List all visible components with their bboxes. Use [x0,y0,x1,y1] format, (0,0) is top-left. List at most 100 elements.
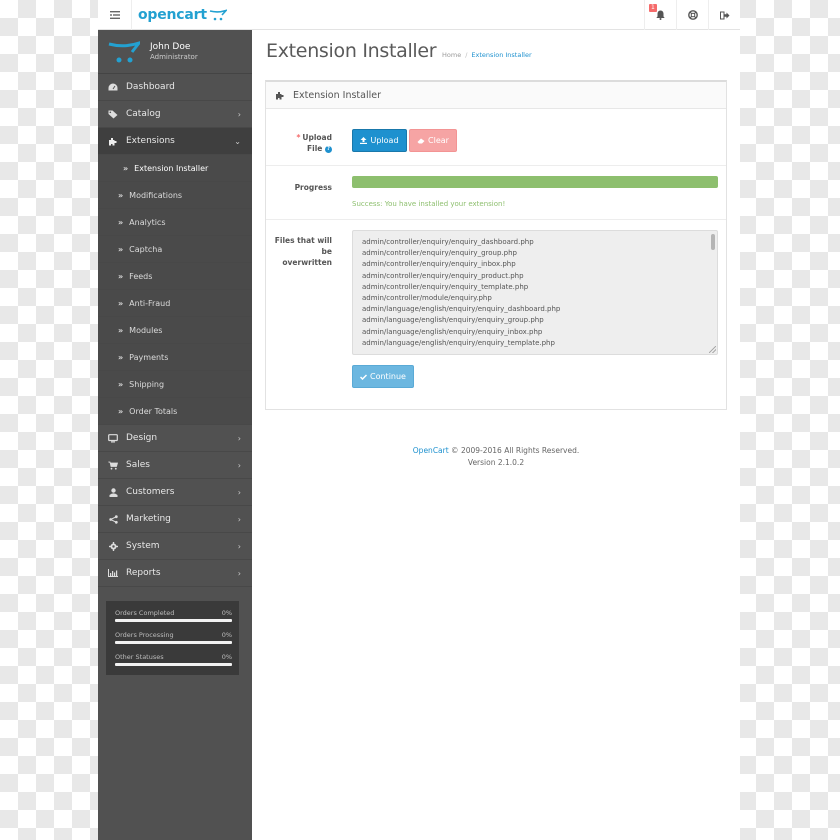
breadcrumb-current-link[interactable]: Extension Installer [471,51,531,59]
breadcrumb-home-link[interactable]: Home [442,51,461,59]
file-path-line: admin/controller/enquiry/enquiry_product… [362,271,524,280]
notification-badge: 1 [649,4,657,12]
breadcrumb-separator: / [465,51,468,59]
double-chevron-icon: » [118,298,124,308]
menu-toggle-button[interactable] [98,0,132,30]
stat-value: 0% [221,609,232,617]
stat-value: 0% [221,653,232,661]
gear-icon [108,541,118,551]
dashboard-icon [108,83,118,91]
sidebar-subitem-extension-installer[interactable]: » Extension Installer [98,155,252,182]
user-profile[interactable]: John Doe Administrator [98,30,252,74]
continue-button[interactable]: Continue [352,365,414,388]
sidebar-label: Extensions [126,136,175,146]
sidebar-subitem-analytics[interactable]: » Analytics [98,209,252,236]
sidebar-label: Catalog [126,109,161,119]
help-support-button[interactable] [676,0,708,30]
stat-other-statuses: Other Statuses 0% [113,650,232,672]
sidebar-subitem-shipping[interactable]: » Shipping [98,371,252,398]
top-header: opencart 1 [98,0,740,30]
file-path-line: admin/language/english/enquiry/enquiry_t… [362,338,555,347]
help-icon[interactable]: ? [325,145,332,153]
sidebar-item-design[interactable]: Design › [98,425,252,452]
sidebar-item-dashboard[interactable]: Dashboard [98,74,252,101]
double-chevron-icon: » [118,217,124,227]
logout-button[interactable] [708,0,740,30]
file-path-line: admin/controller/enquiry/enquiry_inbox.p… [362,260,516,269]
double-chevron-icon: » [123,163,129,173]
sidebar-subitem-modules[interactable]: » Modules [98,317,252,344]
clear-button[interactable]: Clear [409,129,457,152]
opencart-link[interactable]: OpenCart [413,446,449,455]
user-name: John Doe [150,42,191,52]
breadcrumb: Home / Extension Installer [442,51,532,59]
file-path-line: admin/controller/enquiry/enquiry_templat… [362,282,529,291]
progress-label: Progress [294,183,332,192]
sidebar-sublabel: Anti-Fraud [129,298,171,308]
footer: OpenCart © 2009-2016 All Rights Reserved… [252,445,740,469]
double-chevron-icon: » [118,406,124,416]
tags-icon [108,110,118,118]
file-label-text: File [307,144,323,153]
puzzle-icon [109,137,117,145]
sidebar-item-marketing[interactable]: Marketing › [98,506,252,533]
sidebar-subitem-anti-fraud[interactable]: » Anti-Fraud [98,290,252,317]
upload-button[interactable]: Upload [352,129,407,152]
double-chevron-icon: » [118,244,124,254]
stat-label: Orders Processing [115,631,174,639]
bell-icon [656,10,665,20]
user-role: Administrator [150,53,198,61]
opencart-logo[interactable]: opencart [138,5,227,25]
order-stats-panel: Orders Completed 0% Orders Processing 0%… [106,601,239,675]
file-path-line: admin/controller/enquiry/enquiry_group.p… [362,249,517,258]
clear-button-label: Clear [428,136,449,145]
sidebar-subitem-order-totals[interactable]: » Order Totals [98,398,252,425]
stat-progress-bar [115,619,232,622]
files-overwritten-label: Files that will be overwritten [275,235,332,268]
install-progress-bar [352,176,718,188]
sidebar-item-customers[interactable]: Customers › [98,479,252,506]
sidebar-subitem-feeds[interactable]: » Feeds [98,263,252,290]
share-icon [108,514,118,524]
panel-heading: Extension Installer [266,82,726,109]
upload-label-text: Upload [302,133,332,142]
sidebar-item-sales[interactable]: Sales › [98,452,252,479]
sidebar-item-reports[interactable]: Reports › [98,560,252,587]
sidebar-item-extensions[interactable]: Extensions ⌄ [98,128,252,155]
sidebar-sublabel: Shipping [129,379,165,389]
chevron-right-icon: › [237,515,241,524]
sidebar-subitem-captcha[interactable]: » Captcha [98,236,252,263]
copyright-text: © 2009-2016 All Rights Reserved. [448,446,580,455]
file-path-line: admin/language/english/enquiry/enquiry_d… [362,305,561,314]
double-chevron-icon: » [118,352,124,362]
file-path-line: admin/language/english/enquiry/enquiry_i… [362,327,543,336]
stat-label: Other Statuses [115,653,164,661]
files-label-line: Files that will [274,236,332,245]
overwritten-files-row: Files that will be overwritten admin/con… [266,220,726,410]
resize-handle[interactable] [709,346,716,353]
scrollbar-thumb[interactable] [711,234,715,250]
file-path-line: admin/controller/module/enquiry.php [362,294,492,303]
sidebar-sublabel: Payments [129,352,169,362]
double-chevron-icon: » [118,271,124,281]
monitor-icon [108,433,118,442]
required-asterisk: * [296,133,301,142]
sidebar-subitem-payments[interactable]: » Payments [98,344,252,371]
sidebar-item-system[interactable]: System › [98,533,252,560]
progress-bar-fill [352,176,718,188]
file-path-line: admin/language/english/enquiry/enquiry_g… [362,316,544,325]
chevron-right-icon: › [237,110,241,119]
upload-button-label: Upload [370,136,399,145]
stat-orders-processing: Orders Processing 0% [113,628,232,650]
overwritten-files-textarea[interactable]: admin/controller/enquiry/enquiry_dashboa… [352,230,718,355]
sidebar-item-catalog[interactable]: Catalog › [98,101,252,128]
sign-out-icon [719,11,729,19]
sidebar-sublabel: Captcha [129,244,163,254]
sidebar-sublabel: Extension Installer [134,163,209,173]
eraser-icon [417,138,425,143]
stat-label: Orders Completed [115,609,175,617]
notifications-button[interactable]: 1 [644,0,676,30]
sidebar-subitem-modifications[interactable]: » Modifications [98,182,252,209]
sidebar-label: Design [126,433,158,443]
version-text: Version 2.1.0.2 [467,458,525,467]
